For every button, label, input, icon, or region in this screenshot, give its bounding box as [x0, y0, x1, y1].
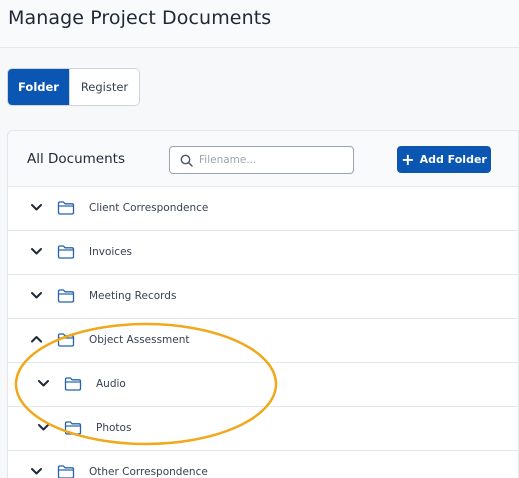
documents-panel: All Documents + Add Folder Client Corres…	[7, 130, 519, 478]
chevron-up-icon[interactable]	[30, 333, 43, 346]
chevron-down-icon[interactable]	[37, 421, 50, 434]
folder-label: Audio	[96, 378, 126, 390]
chevron-down-icon[interactable]	[30, 289, 43, 302]
folder-label: Invoices	[89, 246, 133, 258]
folder-row[interactable]: Meeting Records	[8, 275, 518, 319]
folder-icon	[57, 245, 75, 259]
add-folder-label: Add Folder	[419, 153, 487, 166]
folder-row[interactable]: Other Correspondence	[8, 451, 518, 478]
folder-icon	[64, 421, 82, 435]
folder-row[interactable]: Audio	[8, 363, 518, 407]
page-header: Manage Project Documents	[0, 0, 519, 48]
folder-row[interactable]: Object Assessment	[8, 319, 518, 363]
folder-icon	[57, 201, 75, 215]
plus-icon: +	[401, 149, 415, 169]
search-icon	[180, 154, 193, 167]
documents-panel-header: All Documents + Add Folder	[8, 131, 518, 187]
register-view-button[interactable]: Register	[69, 69, 139, 105]
search-box[interactable]	[169, 146, 354, 174]
add-folder-button[interactable]: + Add Folder	[397, 146, 491, 173]
panel-title: All Documents	[27, 151, 126, 167]
folder-row[interactable]: Client Correspondence	[8, 187, 518, 231]
chevron-down-icon[interactable]	[30, 245, 43, 258]
folder-label: Photos	[96, 422, 132, 434]
folder-icon	[57, 289, 75, 303]
folder-icon	[57, 333, 75, 347]
folder-label: Other Correspondence	[89, 466, 208, 478]
folder-row[interactable]: Invoices	[8, 231, 518, 275]
folder-icon	[64, 377, 82, 391]
filename-search-input[interactable]	[199, 154, 339, 166]
chevron-down-icon[interactable]	[37, 377, 50, 390]
chevron-down-icon[interactable]	[30, 465, 43, 478]
folder-label: Object Assessment	[89, 334, 190, 346]
folder-view-button[interactable]: Folder	[8, 69, 69, 105]
page-title: Manage Project Documents	[8, 7, 272, 29]
chevron-down-icon[interactable]	[30, 201, 43, 214]
view-toggle: Folder Register	[7, 68, 140, 106]
folder-label: Meeting Records	[89, 290, 177, 302]
folder-row[interactable]: Photos	[8, 407, 518, 451]
folder-icon	[57, 465, 75, 478]
folder-label: Client Correspondence	[89, 202, 209, 214]
